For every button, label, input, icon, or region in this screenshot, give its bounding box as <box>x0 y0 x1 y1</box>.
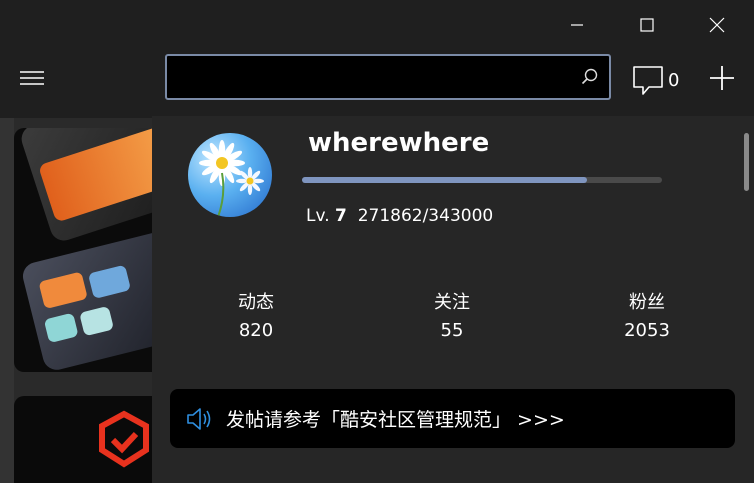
daisy-avatar <box>199 140 264 217</box>
stat-value: 2053 <box>624 320 670 341</box>
stat-followers[interactable]: 粉丝 2053 <box>587 288 707 341</box>
close-icon <box>709 17 725 33</box>
search-input[interactable] <box>175 62 569 94</box>
plus-icon <box>710 66 734 90</box>
menu-button[interactable] <box>14 64 50 92</box>
maximize-icon <box>640 18 654 32</box>
level-prefix: Lv. <box>306 206 330 226</box>
message-count: 0 <box>668 69 680 91</box>
phone-wallpaper <box>37 128 154 223</box>
avatar[interactable] <box>188 133 272 217</box>
phone-tile <box>38 271 88 310</box>
add-button[interactable] <box>704 60 740 96</box>
stat-feeds[interactable]: 动态 820 <box>196 288 316 341</box>
feed-card-image[interactable] <box>14 128 154 372</box>
search-box[interactable] <box>165 54 611 100</box>
notice-text: 发帖请参考「酷安社区管理规范」 >>> <box>226 409 565 431</box>
stat-value: 55 <box>440 320 464 341</box>
level-info: Lv. 7 271862/343000 <box>306 206 493 226</box>
experience-text: 271862/343000 <box>357 206 494 226</box>
search-icon[interactable] <box>581 68 599 86</box>
chat-bubble-icon <box>633 66 663 95</box>
shield-check-logo-icon <box>99 410 149 468</box>
stat-label: 粉丝 <box>629 292 665 313</box>
feed-edge <box>0 118 14 483</box>
minimize-icon <box>571 24 583 26</box>
maximize-button[interactable] <box>624 0 670 50</box>
phone-tile <box>79 305 115 337</box>
speaker-icon <box>186 406 214 432</box>
phone-tile <box>43 312 79 344</box>
stat-label: 动态 <box>238 292 274 313</box>
phone-tile <box>87 264 132 300</box>
phone-image-bottom <box>20 229 154 372</box>
experience-progress-bar <box>302 177 662 183</box>
experience-progress-fill <box>302 177 588 183</box>
messages-button[interactable]: 0 <box>632 60 688 100</box>
notice-banner[interactable]: 发帖请参考「酷安社区管理规范」 >>> <box>170 389 735 448</box>
phone-image-top <box>18 128 154 245</box>
level-number: 7 <box>335 206 347 226</box>
close-button[interactable] <box>694 0 740 50</box>
hamburger-menu-icon <box>20 71 44 85</box>
scrollbar-thumb[interactable] <box>744 133 749 191</box>
stat-following[interactable]: 关注 55 <box>392 288 512 341</box>
stat-value: 820 <box>238 320 274 341</box>
username[interactable]: wherewhere <box>308 128 489 158</box>
stat-label: 关注 <box>434 292 470 313</box>
minimize-button[interactable] <box>554 0 600 50</box>
